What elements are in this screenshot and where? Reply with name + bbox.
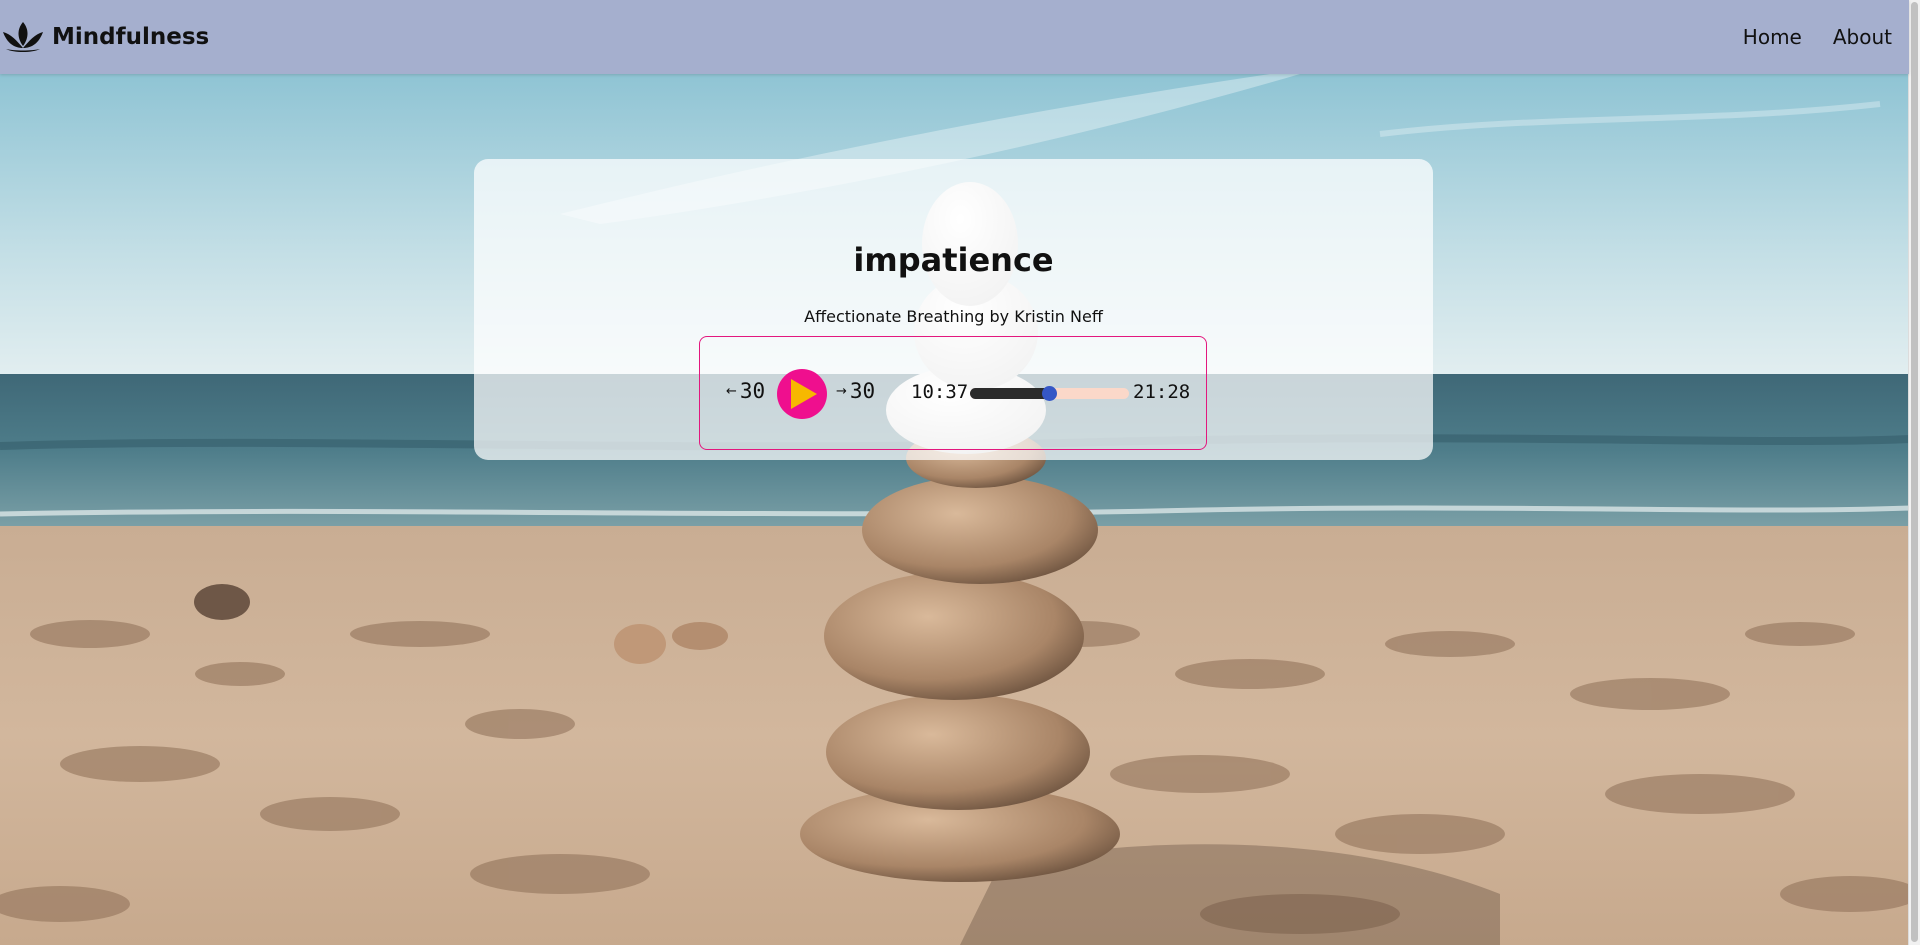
play-button[interactable] <box>777 369 827 419</box>
nav-link-home[interactable]: Home <box>1743 25 1802 49</box>
brand-name: Mindfulness <box>52 24 210 50</box>
brand-link[interactable]: Mindfulness <box>0 10 209 64</box>
navbar: Mindfulness Home About <box>0 0 1909 74</box>
skip-back-label: 30 <box>739 379 766 403</box>
progress-fill <box>970 388 1049 399</box>
player-card: impatience Affectionate Breathing by Kri… <box>474 159 1433 460</box>
arrow-left-icon: ← <box>726 383 737 399</box>
current-time: 10:37 <box>911 381 969 403</box>
arrow-right-icon: → <box>836 383 847 399</box>
track-title: impatience <box>853 241 1054 279</box>
skip-forward-label: 30 <box>849 379 876 403</box>
progress-bar[interactable] <box>970 386 1129 401</box>
play-icon <box>791 379 817 409</box>
track-subtitle: Affectionate Breathing by Kristin Neff <box>804 307 1103 326</box>
total-time: 21:28 <box>1133 381 1191 403</box>
page-scrollbar[interactable] <box>1908 0 1920 945</box>
nav-links: Home About <box>1712 0 1892 74</box>
nav-link-about[interactable]: About <box>1833 25 1892 49</box>
progress-thumb[interactable] <box>1041 386 1057 401</box>
audio-player: ← 30 → 30 10:37 21:28 <box>699 336 1207 450</box>
lotus-icon <box>3 22 43 52</box>
skip-back-button[interactable]: ← 30 <box>726 379 765 403</box>
skip-forward-button[interactable]: → 30 <box>836 379 875 403</box>
scrollbar-thumb[interactable] <box>1911 2 1918 942</box>
